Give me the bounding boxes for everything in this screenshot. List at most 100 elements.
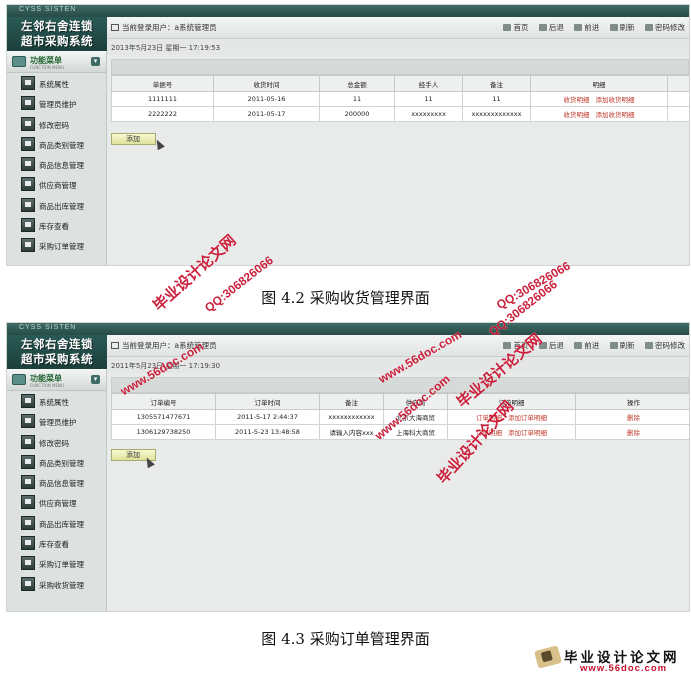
delete-link[interactable]: 删除 xyxy=(627,414,640,422)
info-bar: 当前登录用户：a系统管理员 首页 后退 前进 刷新 密码修改 xyxy=(107,17,689,39)
item-icon xyxy=(21,197,35,212)
sidebar-item-purchase-receiving[interactable]: 采购收货管理 xyxy=(7,574,106,594)
nav-change-password[interactable]: 密码修改 xyxy=(645,23,685,32)
brand-text: CYSS SISTEN xyxy=(19,6,77,13)
nav-forward[interactable]: 前进 xyxy=(574,341,599,350)
add-order-detail-link[interactable]: 添加订单明细 xyxy=(508,429,547,437)
menu-header: 功能菜单 FUNCTION MENU ▾ xyxy=(7,369,106,391)
table-cell: 2011-05-17 xyxy=(213,106,320,122)
sidebar-item-inventory-view[interactable]: 库存查看 xyxy=(7,215,106,235)
col-header: 单据号 xyxy=(111,75,214,92)
item-icon xyxy=(21,136,35,151)
delete-link[interactable]: 删除 xyxy=(627,429,640,437)
sidebar-item-supplier-management[interactable]: 供应商管理 xyxy=(7,492,106,512)
mouse-cursor-icon xyxy=(153,137,165,151)
nav-forward[interactable]: 前进 xyxy=(574,23,599,32)
receiving-detail-link[interactable]: 收货明细 xyxy=(564,96,590,104)
sidebar-item-product-management[interactable]: 商品信息管理 xyxy=(7,154,106,174)
table-cell: 11 xyxy=(394,91,463,107)
table-header-row: 单据号 收货时间 总金额 经手人 备注 明细 xyxy=(111,75,689,92)
sidebar-item-product-management[interactable]: 商品信息管理 xyxy=(7,472,106,492)
key-icon xyxy=(645,342,653,349)
add-receiving-detail-link[interactable]: 添加收货明细 xyxy=(596,96,635,104)
table-toolbar xyxy=(111,59,689,75)
item-icon xyxy=(21,157,35,172)
sidebar-item-outbound-management[interactable]: 商品出库管理 xyxy=(7,195,106,215)
action-cell: 删除 xyxy=(575,424,689,440)
key-icon xyxy=(645,24,653,31)
item-icon xyxy=(21,434,35,449)
item-icon xyxy=(21,218,35,233)
sidebar-item-purchase-orders[interactable]: 采购订单管理 xyxy=(7,235,106,255)
nav-links: 首页 后退 前进 刷新 密码修改 xyxy=(495,22,685,33)
window-title-bar: CYSS SISTEN xyxy=(7,5,689,17)
receiving-table: 单据号 收货时间 总金额 经手人 备注 明细 1111111 2011-05-1… xyxy=(111,75,689,122)
system-logo: 左邻右舍连锁 超市采购系统 xyxy=(7,17,107,51)
col-header: 收货时间 xyxy=(213,75,320,92)
brand-text: CYSS SISTEN xyxy=(19,324,77,331)
back-icon xyxy=(538,24,547,31)
table-cell: 2011-05-16 xyxy=(213,91,320,107)
sidebar-item-outbound-management[interactable]: 商品出库管理 xyxy=(7,513,106,533)
sidebar-item-change-password[interactable]: 修改密码 xyxy=(7,432,106,452)
receiving-management-screenshot: CYSS SISTEN 左邻右舍连锁 超市采购系统 当前登录用户：a系统管理员 … xyxy=(6,4,690,266)
sidebar: 功能菜单 FUNCTION MENU ▾ 系统属性 管理员维护 修改密码 商品类… xyxy=(7,369,107,611)
item-icon xyxy=(21,394,35,408)
main-content: 单据号 收货时间 总金额 经手人 备注 明细 1111111 2011-05-1… xyxy=(111,59,689,265)
nav-home[interactable]: 首页 xyxy=(503,23,528,32)
sidebar-item-admin-maintenance[interactable]: 管理员维护 xyxy=(7,411,106,431)
sidebar-item-supplier-management[interactable]: 供应商管理 xyxy=(7,174,106,194)
sidebar-item-change-password[interactable]: 修改密码 xyxy=(7,114,106,134)
item-icon xyxy=(21,454,35,469)
sidebar-item-purchase-orders[interactable]: 采购订单管理 xyxy=(7,553,106,573)
nav-back[interactable]: 后退 xyxy=(538,23,564,32)
nav-change-password[interactable]: 密码修改 xyxy=(645,341,685,350)
table-cell: 11 xyxy=(462,91,531,107)
sidebar-item-system-properties[interactable]: 系统属性 xyxy=(7,391,106,411)
item-icon xyxy=(21,414,35,429)
collapse-icon[interactable]: ▾ xyxy=(91,57,100,66)
table-cell: 2011-5-23 13:48:58 xyxy=(215,424,320,440)
collapse-icon[interactable]: ▾ xyxy=(91,375,100,384)
table-cell: xxxxxxxxx xyxy=(394,106,463,122)
table-toolbar xyxy=(111,377,689,393)
table-cell: 200000 xyxy=(319,106,395,122)
table-cell: 2222222 xyxy=(111,106,214,122)
detail-cell: 收货明细 添加收货明细 xyxy=(530,91,668,107)
book-icon xyxy=(534,645,562,669)
col-header: 订单时间 xyxy=(215,393,320,410)
item-icon xyxy=(21,475,35,490)
table-row: 2222222 2011-05-17 200000 xxxxxxxxx xxxx… xyxy=(111,106,689,122)
footer-site-url: www.56doc.com xyxy=(580,663,668,674)
sidebar-item-system-properties[interactable]: 系统属性 xyxy=(7,73,106,93)
sidebar-item-category-management[interactable]: 商品类别管理 xyxy=(7,452,106,472)
table-cell: xxxxxxxxxxxxx xyxy=(462,106,531,122)
nav-refresh[interactable]: 刷新 xyxy=(609,341,635,350)
sidebar-item-category-management[interactable]: 商品类别管理 xyxy=(7,134,106,154)
receiving-detail-link[interactable]: 收货明细 xyxy=(564,111,590,119)
item-icon xyxy=(21,177,35,192)
table-cell: 11 xyxy=(319,91,395,107)
current-user-text: 当前登录用户：a系统管理员 xyxy=(122,23,217,32)
add-order-detail-link[interactable]: 添加订单明细 xyxy=(508,414,547,422)
add-receiving-detail-link[interactable]: 添加收货明细 xyxy=(596,111,635,119)
item-icon xyxy=(21,76,35,90)
logo-line-1: 左邻右舍连锁 xyxy=(21,19,93,33)
col-header: 明细 xyxy=(530,75,668,92)
col-header: 备注 xyxy=(319,393,384,410)
sidebar-item-inventory-view[interactable]: 库存查看 xyxy=(7,533,106,553)
logo-line-2: 超市采购系统 xyxy=(21,352,93,366)
add-button[interactable]: 添加 xyxy=(111,133,156,145)
nav-refresh[interactable]: 刷新 xyxy=(609,23,635,32)
forward-icon xyxy=(574,24,583,31)
footer-logo: 毕业设计论文网 www.56doc.com xyxy=(528,644,688,676)
table-cell xyxy=(667,91,689,107)
table-cell: 1305571477671 xyxy=(111,409,216,425)
item-icon xyxy=(21,116,35,131)
menu-subtitle: FUNCTION MENU xyxy=(30,65,64,70)
sidebar-item-admin-maintenance[interactable]: 管理员维护 xyxy=(7,93,106,113)
col-header: 总金额 xyxy=(319,75,395,92)
item-icon xyxy=(21,556,35,571)
user-icon xyxy=(111,24,119,31)
table-cell: xxxxxxxxxxxx xyxy=(319,409,384,425)
